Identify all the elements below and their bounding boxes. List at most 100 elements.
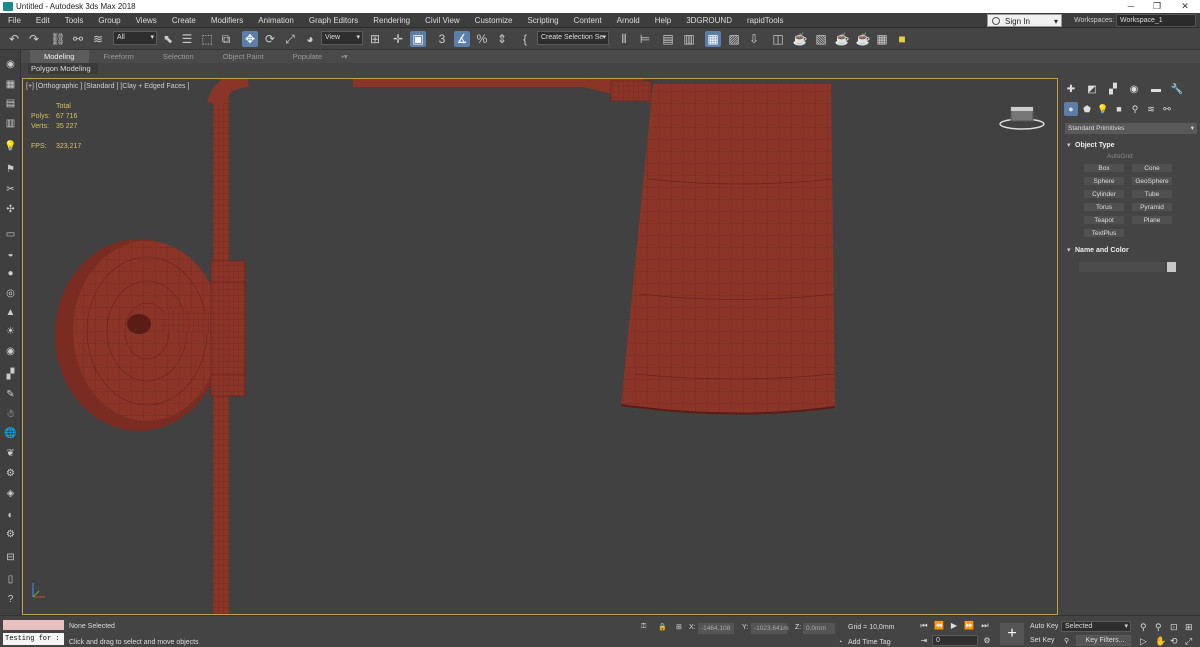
systems-icon[interactable]: ⚯ [1160, 102, 1174, 116]
maximize-icon[interactable]: ❐ [1144, 0, 1170, 13]
play-icon[interactable]: ▶ [948, 620, 960, 632]
redo-icon[interactable]: ↷ [26, 31, 42, 47]
object-name-field[interactable] [1079, 262, 1165, 272]
render-iterative-icon[interactable]: ☕ [855, 31, 871, 47]
lights-icon[interactable]: 💡 [1096, 102, 1110, 116]
torus-icon[interactable]: ◎ [3, 286, 18, 301]
menu-modifiers[interactable]: Modifiers [203, 16, 250, 25]
rendered-frame-window-icon[interactable]: ▧ [813, 31, 829, 47]
z-coord-field[interactable]: 0,0mm [803, 623, 835, 634]
rectangular-selection-icon[interactable]: ⬚ [199, 31, 215, 47]
cylinder-button[interactable]: Cylinder [1083, 189, 1125, 199]
grid-icon[interactable]: ▞ [3, 367, 18, 382]
cone-icon[interactable]: ▲ [3, 305, 18, 320]
hierarchy-tab-icon[interactable]: ▞ [1106, 82, 1120, 96]
sphere-button[interactable]: Sphere [1083, 176, 1125, 186]
motion-tab-icon[interactable]: ◉ [1127, 82, 1141, 96]
menu-views[interactable]: Views [128, 16, 164, 25]
render-quick-icon[interactable]: ▦ [874, 31, 890, 47]
utilities-tab-icon[interactable]: 🔧 [1170, 82, 1184, 96]
helpers-icon[interactable]: ⚲ [1128, 102, 1142, 116]
auto-key-button[interactable]: Auto Key [1030, 623, 1058, 630]
key-filters-button[interactable]: Key Filters... [1076, 635, 1131, 646]
menu-group[interactable]: Group [90, 16, 127, 25]
undo-icon[interactable]: ↶ [6, 31, 22, 47]
select-by-name-icon[interactable]: ☰ [179, 31, 195, 47]
key-filter-icon[interactable]: ⚲ [1064, 637, 1069, 645]
sign-in-button[interactable]: Sign In ▾ [987, 14, 1062, 27]
object-color-swatch[interactable] [1167, 262, 1176, 272]
absolute-mode-icon[interactable]: ⊞ [676, 623, 682, 631]
menu-3dground[interactable]: 3DGROUND [678, 16, 739, 25]
named-selection-sets-dropdown[interactable]: Create Selection Se ▾ [537, 31, 609, 45]
ribbon-options-icon[interactable]: ▪▾ [337, 50, 351, 63]
menu-rapidtools[interactable]: rapidTools [739, 16, 790, 25]
maxscript-listener-input[interactable]: Testing for : [3, 633, 64, 645]
globe-icon[interactable]: 🌐 [3, 426, 18, 441]
scene-explorer-icon[interactable]: ▦ [3, 77, 18, 92]
torus-button[interactable]: Torus [1083, 202, 1125, 212]
lock-selection-icon[interactable]: 🔒 [658, 623, 667, 631]
layer-explorer-icon[interactable]: ▥ [681, 31, 697, 47]
viewport-layout-icon[interactable]: ◉ [3, 57, 18, 72]
set-key-button[interactable]: Set Key [1030, 637, 1055, 644]
tab-modeling[interactable]: Modeling [30, 50, 90, 63]
modify-tab-icon[interactable]: ◩ [1085, 82, 1099, 96]
percent-snap-icon[interactable]: % [474, 31, 490, 47]
space-warps-icon[interactable]: ≋ [1144, 102, 1158, 116]
render-setup-icon[interactable]: ☕ [792, 31, 808, 47]
window-crossing-icon[interactable]: ⧉ [218, 31, 234, 47]
select-and-scale-icon[interactable]: ⤢ [282, 31, 298, 47]
material-editor-icon[interactable]: ◫ [770, 31, 786, 47]
mirror-icon[interactable]: ⫴ [616, 31, 632, 47]
current-frame-field[interactable]: 0 [932, 635, 978, 646]
pan-view-icon[interactable]: ✋ [1155, 636, 1166, 647]
workspace-select[interactable]: Workspace_1 [1116, 14, 1196, 27]
settings-icon[interactable]: ⚙ [3, 527, 18, 542]
viewport-label[interactable]: [+] [Orthographic ] [Standard ] [Clay + … [26, 83, 189, 90]
layers-icon[interactable]: ▥ [3, 116, 18, 131]
close-icon[interactable]: ✕ [1172, 0, 1198, 13]
tab-populate[interactable]: Populate [279, 50, 338, 63]
render-production-icon[interactable]: ☕ [834, 31, 850, 47]
go-to-start-icon[interactable]: ⏮ [918, 620, 930, 632]
select-and-rotate-icon[interactable]: ⟳ [262, 31, 278, 47]
textplus-button[interactable]: TextPlus [1083, 228, 1125, 238]
menu-file[interactable]: File [0, 16, 28, 25]
ribbon-panel-polygon-modeling[interactable]: Polygon Modeling [28, 63, 98, 74]
field-of-view-icon[interactable]: ▷ [1140, 636, 1147, 647]
plane-button[interactable]: Plane [1131, 215, 1173, 225]
unlink-icon[interactable]: ⚯ [70, 31, 86, 47]
zoom-extents-icon[interactable]: ⊡ [1170, 622, 1178, 633]
material-sphere-icon[interactable]: ◉ [3, 344, 18, 359]
scripts-icon[interactable]: ▯ [3, 572, 18, 587]
menu-graph-editors[interactable]: Graph Editors [301, 16, 365, 25]
shapes-icon[interactable]: ✂ [3, 182, 18, 197]
link-icon[interactable]: ⛓ [50, 31, 66, 47]
cone-button[interactable]: Cone [1131, 163, 1173, 173]
tube-button[interactable]: Tube [1131, 189, 1173, 199]
menu-create[interactable]: Create [164, 16, 203, 25]
set-key-icon[interactable]: + [1000, 623, 1024, 645]
zoom-all-icon[interactable]: ⚲ [1155, 622, 1162, 633]
time-configuration-icon[interactable]: ⚙ [981, 635, 993, 647]
rollout-name-and-color[interactable]: ▾ Name and Color [1065, 245, 1193, 256]
previous-frame-icon[interactable]: ⏪ [933, 620, 945, 632]
shapes-icon[interactable]: ⬟ [1080, 102, 1094, 116]
character-icon[interactable]: ☃ [3, 407, 18, 422]
plugin-icon[interactable]: ■ [894, 31, 910, 47]
sphere-icon[interactable]: ● [3, 266, 18, 281]
menu-edit[interactable]: Edit [28, 16, 57, 25]
paint-icon[interactable]: ✎ [3, 387, 18, 402]
teapot-button[interactable]: Teapot [1083, 215, 1125, 225]
orbit-icon[interactable]: ⟲ [1170, 636, 1178, 647]
isolate-selection-icon[interactable]: ⚿ [641, 623, 646, 631]
selection-filter-dropdown[interactable]: All ▾ [113, 31, 157, 45]
dome-icon[interactable]: ◒ [3, 247, 18, 262]
object-icon[interactable]: ◈ [3, 486, 18, 501]
help-icon[interactable]: ? [3, 592, 18, 607]
go-to-end-icon[interactable]: ⏭ [979, 620, 991, 632]
curve-editor-icon[interactable]: ▨ [726, 31, 742, 47]
tab-selection[interactable]: Selection [149, 50, 209, 63]
box-button[interactable]: Box [1083, 163, 1125, 173]
